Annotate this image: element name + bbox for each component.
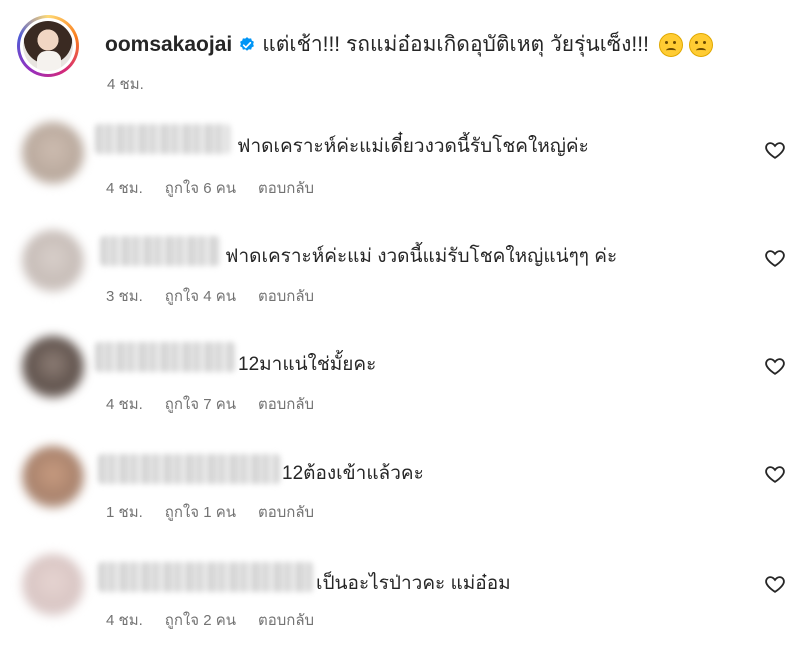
comment-likes[interactable]: ถูกใจ 2 คน bbox=[165, 612, 236, 629]
story-ring[interactable] bbox=[17, 15, 79, 77]
avatar-gap bbox=[20, 18, 76, 74]
comment-item: ฟาดเคราะห์ค่ะแม่เดี๋ยวงวดนี้รับโชคใหญ่ค่… bbox=[0, 112, 800, 220]
comment-meta: 4 ชม. ถูกใจ 6 คน ตอบกลับ bbox=[106, 176, 336, 200]
commenter-username-blurred[interactable] bbox=[98, 562, 313, 592]
commenter-avatar[interactable] bbox=[22, 122, 84, 184]
reply-button[interactable]: ตอบกลับ bbox=[258, 180, 314, 197]
heart-outline-icon[interactable] bbox=[764, 139, 786, 161]
username[interactable]: oomsakaojai bbox=[105, 33, 232, 57]
commenter-avatar[interactable] bbox=[22, 230, 84, 292]
commenter-username-blurred[interactable] bbox=[95, 342, 235, 372]
commenter-username-blurred[interactable] bbox=[100, 236, 220, 266]
comment-likes[interactable]: ถูกใจ 7 คน bbox=[165, 396, 236, 413]
heart-outline-icon[interactable] bbox=[764, 355, 786, 377]
comment-item: เป็นอะไรป่าวคะ แม่อ๋อม 4 ชม. ถูกใจ 2 คน ตอ… bbox=[0, 544, 800, 652]
face-with-rolling-eyes-emoji bbox=[658, 32, 683, 57]
comment-meta: 1 ชม. ถูกใจ 1 คน ตอบกลับ bbox=[106, 500, 336, 524]
commenter-avatar[interactable] bbox=[22, 336, 84, 398]
reply-button[interactable]: ตอบกลับ bbox=[258, 612, 314, 629]
commenter-avatar[interactable] bbox=[22, 554, 84, 616]
comment-meta: 4 ชม. ถูกใจ 2 คน ตอบกลับ bbox=[106, 608, 336, 632]
heart-outline-icon[interactable] bbox=[764, 573, 786, 595]
comment-text: 12มาแน่ใช่มั้ยคะ bbox=[238, 354, 377, 375]
comment-time[interactable]: 3 ชม. bbox=[106, 288, 143, 305]
comment-item: ฟาดเคราะห์ค่ะแม่ งวดนี้แม่รับโชคใหญ่แน่ๆ… bbox=[0, 220, 800, 328]
comment-text: เป็นอะไรป่าวคะ แม่อ๋อม bbox=[316, 573, 511, 594]
commenter-username-blurred[interactable] bbox=[98, 454, 280, 484]
caption-text: แต่เช้า!!! รถแม่อ๋อมเกิดอุบัติเหตุ วัยรุ… bbox=[262, 33, 649, 56]
comment-likes[interactable]: ถูกใจ 6 คน bbox=[165, 180, 236, 197]
comment-time[interactable]: 4 ชม. bbox=[106, 180, 143, 197]
reply-button[interactable]: ตอบกลับ bbox=[258, 288, 314, 305]
post-header: oomsakaojai แต่เช้า!!! รถแม่อ๋อมเกิดอุบั… bbox=[0, 0, 800, 112]
commenter-username-blurred[interactable] bbox=[95, 124, 230, 154]
verified-badge-icon bbox=[240, 36, 255, 51]
comment-item: 12มาแน่ใช่มั้ยคะ 4 ชม. ถูกใจ 7 คน ตอบกลับ bbox=[0, 328, 800, 436]
comment-text: 12ต้องเข้าแล้วคะ bbox=[282, 463, 424, 484]
comment-text: ฟาดเคราะห์ค่ะแม่เดี๋ยวงวดนี้รับโชคใหญ่ค่… bbox=[237, 136, 589, 157]
heart-outline-icon[interactable] bbox=[764, 463, 786, 485]
comment-text: ฟาดเคราะห์ค่ะแม่ งวดนี้แม่รับโชคใหญ่แน่ๆ… bbox=[225, 246, 618, 267]
reply-button[interactable]: ตอบกลับ bbox=[258, 504, 314, 521]
commenter-avatar[interactable] bbox=[22, 446, 84, 508]
pensive-face-emoji bbox=[688, 32, 713, 57]
comment-time[interactable]: 4 ชม. bbox=[106, 396, 143, 413]
heart-outline-icon[interactable] bbox=[764, 247, 786, 269]
comment-meta: 4 ชม. ถูกใจ 7 คน ตอบกลับ bbox=[106, 392, 336, 416]
comment-time[interactable]: 4 ชม. bbox=[106, 612, 143, 629]
comment-time[interactable]: 1 ชม. bbox=[106, 504, 143, 521]
avatar[interactable] bbox=[23, 21, 73, 71]
comment-likes[interactable]: ถูกใจ 4 คน bbox=[165, 288, 236, 305]
comment-meta: 3 ชม. ถูกใจ 4 คน ตอบกลับ bbox=[106, 284, 336, 308]
comment-item: 12ต้องเข้าแล้วคะ 1 ชม. ถูกใจ 1 คน ตอบกลับ bbox=[0, 436, 800, 544]
post-timestamp[interactable]: 4 ชม. bbox=[107, 72, 144, 96]
caption-line: oomsakaojai แต่เช้า!!! รถแม่อ๋อมเกิดอุบั… bbox=[105, 28, 713, 61]
reply-button[interactable]: ตอบกลับ bbox=[258, 396, 314, 413]
comment-likes[interactable]: ถูกใจ 1 คน bbox=[165, 504, 236, 521]
